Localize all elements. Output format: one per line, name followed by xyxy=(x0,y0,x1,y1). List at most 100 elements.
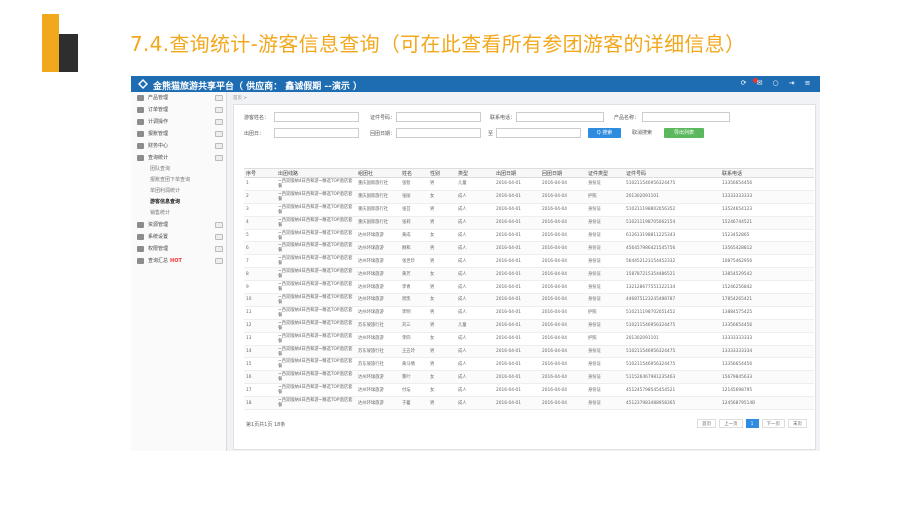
sidebar-item[interactable]: 订单管理 xyxy=(131,104,226,116)
table-cell: ~西双版纳4日西和游~精选TOP酒店套餐 xyxy=(276,190,356,204)
search-button[interactable]: Q 搜索 xyxy=(588,128,621,138)
export-list-button[interactable]: 导出列表 xyxy=(664,128,704,138)
expand-toggle-icon[interactable] xyxy=(215,119,223,125)
current-page-button[interactable]: 1 xyxy=(745,419,759,428)
sidebar-item-label: 报账查团下单查询 xyxy=(150,177,191,183)
table-row[interactable]: 15 ~西双版纳4日西和游~精选TOP酒店套餐 苏东坡旅行社 黄马倩男成人 2016-0… xyxy=(244,357,814,372)
sidebar-item[interactable]: 财务中心 xyxy=(131,140,226,152)
table-row[interactable]: 7 ~西双版纳4日西和游~精选TOP酒店套餐 达州环球旅游 张世珍男成人 2016-04… xyxy=(244,254,814,269)
column-header[interactable]: 组团社 xyxy=(356,168,400,178)
sidebar-item[interactable]: 计调操作 xyxy=(131,116,226,128)
column-header[interactable]: 证件类型 xyxy=(586,168,624,178)
table-row[interactable]: 5 ~西双版纳4日西和游~精选TOP酒店套餐 达州环球旅游 黄成女成人 2016-04-… xyxy=(244,229,814,243)
first-page-button[interactable]: 首页 xyxy=(697,419,717,428)
cancel-search-button[interactable]: 取消搜索 xyxy=(627,128,657,138)
query-panel: 游客姓名： 证件号码： 联系电话： 产品名称： 出团日： 回团日期： 至 Q 搜… xyxy=(233,104,816,450)
table-cell: 10875462956 xyxy=(720,254,814,269)
table-cell: 身份证 xyxy=(586,319,624,333)
column-header[interactable]: 出团日期 xyxy=(494,168,540,178)
table-row[interactable]: 17 ~西双版纳4日西和游~精选TOP酒店套餐 达州环球旅游 付坛女成人 2016-04… xyxy=(244,383,814,398)
expand-toggle-icon[interactable] xyxy=(215,246,223,252)
sidebar-subitem[interactable]: 单团利润统计 xyxy=(131,186,226,197)
refresh-icon[interactable]: ⟳ xyxy=(739,79,748,88)
table-row[interactable]: 4 ~西双版纳4日西和游~精选TOP酒店套餐 重庆国际旅行社 张莉男成人 2016-04… xyxy=(244,216,814,230)
table-cell: 15246256842 xyxy=(720,280,814,295)
table-row[interactable]: 13 ~西双版纳4日西和游~精选TOP酒店套餐 达州环球旅游 李四女成人 2016-04… xyxy=(244,332,814,346)
expand-toggle-icon[interactable] xyxy=(215,95,223,101)
sidebar-item[interactable]: 查询统计 xyxy=(131,152,226,164)
prev-page-button[interactable]: 上一页 xyxy=(719,419,743,428)
column-header[interactable]: 性别 xyxy=(428,168,456,178)
table-row[interactable]: 16 ~西双版纳4日西和游~精选TOP酒店套餐 达州环球旅游 黎叶女成人 2016-04… xyxy=(244,370,814,385)
sidebar-item[interactable]: 报账管理 xyxy=(131,128,226,140)
table-row[interactable]: 12 ~西双版纳4日西和游~精选TOP酒店套餐 苏东坡旅行社 刘三男儿童 2016-04… xyxy=(244,319,814,333)
depart-date-input[interactable] xyxy=(274,128,359,138)
column-header[interactable]: 出团线路 xyxy=(276,168,356,178)
chat-icon[interactable]: ○ xyxy=(771,79,780,88)
product-name-input[interactable] xyxy=(642,112,730,122)
sidebar: 产品管理 订单管理 计调操作 报账管理 财务中心 查询统计团队查询报账查团下单查询单团利润… xyxy=(131,92,227,451)
table-row[interactable]: 14 ~西双版纳4日西和游~精选TOP酒店套餐 苏东坡旅行社 王五玲男成人 2016-0… xyxy=(244,345,814,359)
table-row[interactable]: 3 ~西双版纳4日西和游~精选TOP酒店套餐 重庆国际旅行社 张芸男成人 2016-04… xyxy=(244,203,814,217)
sidebar-item-label: 团队查询 xyxy=(150,166,171,172)
table-row[interactable]: 2 ~西双版纳4日西和游~精选TOP酒店套餐 重庆国际旅行社 张丽女成人 2016-04… xyxy=(244,190,814,204)
last-page-button[interactable]: 末页 xyxy=(788,419,807,428)
table-row[interactable]: 1 ~西双版纳4日西和游~精选TOP酒店套餐 重庆国际旅行社 张智男儿童 2016-04… xyxy=(244,177,814,191)
return-date-input[interactable] xyxy=(396,128,481,138)
contact-phone-input[interactable] xyxy=(516,112,604,122)
table-cell: ~西双版纳4日西和游~精选TOP酒店套餐 xyxy=(276,396,356,411)
table-row[interactable]: 9 ~西双版纳4日西和游~精选TOP酒店套餐 达州环球旅游 李青男成人 2016-04-… xyxy=(244,280,814,295)
table-row[interactable]: 18 ~西双版纳4日西和游~精选TOP酒店套餐 达州环球旅游 于蓄男成人 2016-04… xyxy=(244,396,814,411)
menu-section-icon xyxy=(137,258,144,264)
expand-toggle-icon[interactable] xyxy=(215,234,223,240)
expand-toggle-icon[interactable] xyxy=(215,222,223,228)
return-date-end-input[interactable] xyxy=(496,128,581,138)
sidebar-subitem[interactable]: 报账查团下单查询 xyxy=(131,175,226,186)
sidebar-subitem[interactable]: 游客信息查询 xyxy=(131,197,226,208)
table-row[interactable]: 11 ~西双版纳4日西和游~精选TOP酒店套餐 达州环球旅游 李明男成人 2016-04… xyxy=(244,306,814,320)
sidebar-item[interactable]: 查询汇总 HOT xyxy=(131,255,226,267)
sidebar-subitem[interactable]: 团队查询 xyxy=(131,164,226,175)
table-cell: 重庆国际旅行社 xyxy=(356,216,400,230)
expand-toggle-icon[interactable] xyxy=(215,107,223,113)
sidebar-item[interactable]: 产品管理 xyxy=(131,92,226,104)
expand-toggle-icon[interactable] xyxy=(215,131,223,137)
breadcrumb: 首页 > xyxy=(233,96,248,101)
table-cell: 成人 xyxy=(456,332,494,346)
column-header[interactable]: 联系电话 xyxy=(720,168,814,178)
table-cell: 2016-04-01 xyxy=(494,383,540,398)
expand-toggle-icon[interactable] xyxy=(215,143,223,149)
menu-icon[interactable]: ≡ xyxy=(803,79,812,88)
message-icon[interactable]: ✉ xyxy=(755,79,764,88)
table-row[interactable]: 10 ~西双版纳4日西和游~精选TOP酒店套餐 达州环球旅游 周凯女成人 2016-04… xyxy=(244,293,814,307)
table-cell: 456457986421545756 xyxy=(624,241,720,256)
column-header[interactable]: 姓名 xyxy=(400,168,428,178)
table-row[interactable]: 8 ~西双版纳4日西和游~精选TOP酒店套餐 达州环球旅游 黄芳女成人 2016-04-… xyxy=(244,267,814,282)
column-header[interactable]: 类型 xyxy=(456,168,494,178)
column-header[interactable]: 序号 xyxy=(244,168,276,178)
sidebar-item[interactable]: 资源管理 xyxy=(131,219,226,231)
expand-toggle-icon[interactable] xyxy=(215,155,223,161)
id-number-input[interactable] xyxy=(396,112,481,122)
filter-form: 游客姓名： 证件号码： 联系电话： 产品名称： 出团日： 回团日期： 至 Q 搜… xyxy=(244,112,814,152)
table-cell: 男 xyxy=(428,177,456,191)
return-date-label: 回团日期： xyxy=(370,131,396,137)
tourist-name-input[interactable] xyxy=(274,112,359,122)
column-header[interactable]: 证件号码 xyxy=(624,168,720,178)
expand-toggle-icon[interactable] xyxy=(215,258,223,264)
sidebar-subitem[interactable]: 销售统计 xyxy=(131,208,226,219)
column-header[interactable]: 回团日期 xyxy=(540,168,586,178)
sidebar-item[interactable]: 系统设置 xyxy=(131,231,226,243)
product-name-label: 产品名称： xyxy=(614,115,640,121)
table-cell: 男 xyxy=(428,241,456,256)
sidebar-item[interactable]: 权限管理 xyxy=(131,243,226,255)
table-cell: 2016-04-01 xyxy=(494,319,540,333)
table-cell: 2016-04-01 xyxy=(494,203,540,217)
logout-icon[interactable]: ⇥ xyxy=(787,79,796,88)
table-cell: 成人 xyxy=(456,241,494,256)
next-page-button[interactable]: 下一页 xyxy=(761,419,785,428)
table-cell: 达州环球旅游 xyxy=(356,396,400,411)
table-cell: 13333333334 xyxy=(720,345,814,359)
table-row[interactable]: 6 ~西双版纳4日西和游~精选TOP酒店套餐 达州环球旅游 顾和男成人 2016-04-… xyxy=(244,241,814,256)
table-cell: 13356654456 xyxy=(720,319,814,333)
